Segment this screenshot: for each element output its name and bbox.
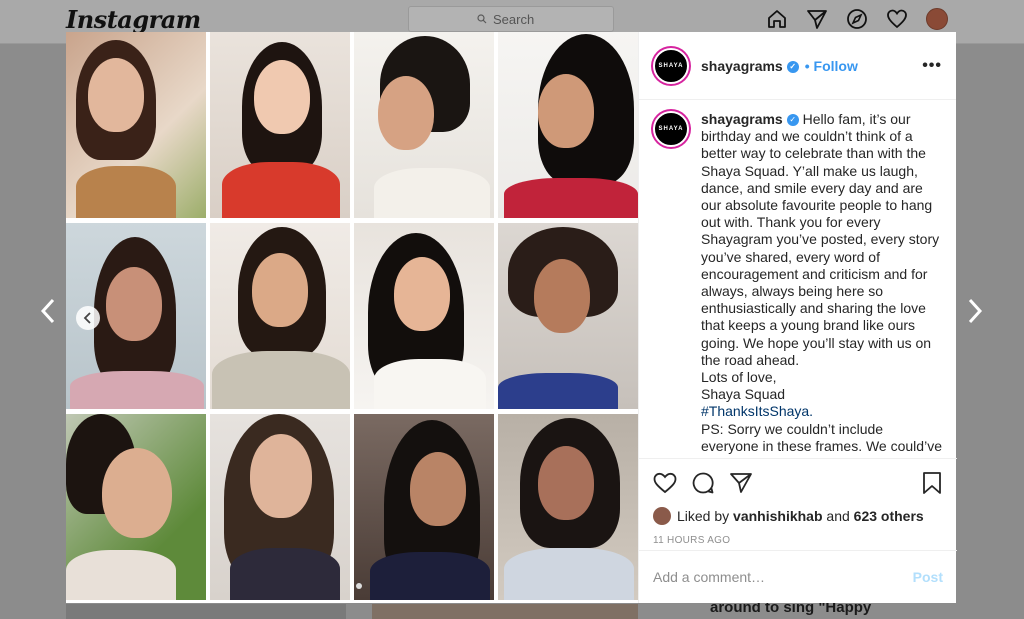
explore-icon[interactable] (844, 6, 870, 32)
post-username[interactable]: shayagrams ✓ (701, 58, 799, 74)
activity-heart-icon[interactable] (884, 6, 910, 32)
collage-photo (354, 223, 494, 409)
previous-post-arrow-icon[interactable] (33, 296, 63, 326)
search-box[interactable] (408, 6, 614, 32)
feed-image-strip (66, 604, 346, 619)
post-actions: Liked by vanhishikhab and 623 others 11 … (639, 458, 957, 546)
share-icon[interactable] (729, 472, 753, 499)
caption-area: SHAYA shayagrams ✓ Hello fam, it’s our bi… (639, 101, 957, 457)
collage-photo (498, 32, 638, 218)
collage-photo (498, 414, 638, 600)
collage-photo (354, 414, 494, 600)
photo-collage (66, 32, 638, 603)
post-sidebar: SHAYA shayagrams ✓ • Follow ••• SHAYA sha… (638, 32, 957, 603)
liked-by-user[interactable]: vanhishikhab (733, 508, 822, 524)
caption-username[interactable]: shayagrams (701, 111, 783, 127)
comment-icon[interactable] (691, 471, 715, 500)
more-options-icon[interactable]: ••• (922, 57, 942, 75)
post-header: SHAYA shayagrams ✓ • Follow ••• (639, 32, 956, 100)
feed-image-strip (372, 604, 638, 619)
avatar[interactable]: SHAYA (653, 111, 689, 147)
likes-summary: Liked by vanhishikhab and 623 others (653, 507, 943, 525)
next-post-arrow-icon[interactable] (960, 296, 990, 326)
carousel-previous-icon[interactable] (76, 306, 100, 330)
avatar[interactable]: SHAYA (653, 47, 689, 84)
post-media[interactable] (66, 32, 638, 603)
like-heart-icon[interactable] (653, 472, 677, 499)
avatar[interactable] (653, 507, 671, 525)
post-timestamp[interactable]: 11 HOURS AGO (653, 535, 943, 546)
bookmark-icon[interactable] (921, 471, 943, 500)
collage-photo (210, 414, 350, 600)
liked-by-and: and (826, 508, 850, 524)
comment-input[interactable] (653, 569, 913, 585)
search-icon (477, 12, 487, 27)
home-icon[interactable] (764, 6, 790, 32)
post-comment-button[interactable]: Post (913, 569, 943, 585)
caption-hashtag[interactable]: #ThanksItsShaya. (701, 403, 813, 419)
verified-badge-icon: ✓ (786, 60, 799, 73)
direct-icon[interactable] (804, 6, 830, 32)
search-input[interactable] (493, 11, 545, 27)
carousel-dot-indicator (356, 583, 362, 589)
instagram-logo[interactable]: Instagram (66, 5, 201, 34)
post-caption: shayagrams ✓ Hello fam, it’s our birthday… (701, 111, 943, 457)
collage-photo (498, 223, 638, 409)
collage-photo (210, 32, 350, 218)
liked-by-others[interactable]: 623 others (854, 508, 924, 524)
add-comment-bar: Post (639, 550, 957, 603)
caption-ps: PS: Sorry we couldn’t include everyone i… (701, 420, 942, 457)
collage-photo (66, 414, 206, 600)
collage-photo (354, 32, 494, 218)
collage-photo (210, 223, 350, 409)
collage-photo (66, 32, 206, 218)
caption-body: Hello fam, it’s our birthday and we coul… (701, 111, 940, 368)
profile-avatar[interactable] (924, 6, 950, 32)
verified-badge-icon: ✓ (786, 114, 799, 127)
follow-button[interactable]: • Follow (805, 58, 858, 74)
caption-signoff: Lots of love, (701, 369, 777, 386)
caption-signoff: Shaya Squad (701, 386, 786, 403)
liked-by-prefix: Liked by (677, 508, 730, 524)
post-modal: SHAYA shayagrams ✓ • Follow ••• SHAYA sha… (66, 32, 957, 603)
